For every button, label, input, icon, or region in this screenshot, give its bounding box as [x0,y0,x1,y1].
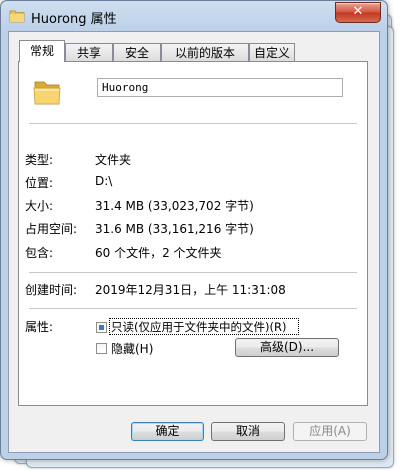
size-value: 31.4 MB (33,023,702 字节) [95,199,254,213]
size-label: 大小: [25,199,54,213]
tab-customize[interactable]: 自定义 [249,43,295,61]
hidden-checkbox[interactable] [96,343,107,354]
separator [29,123,357,124]
tab-previous-versions[interactable]: 以前的版本 [161,43,249,61]
close-button[interactable]: ✕ [335,2,381,23]
contains-label: 包含: [25,246,54,260]
disk-size-value: 31.6 MB (33,161,216 字节) [95,222,254,236]
tab-security[interactable]: 安全 [113,43,161,61]
readonly-label[interactable]: 只读(仅应用于文件夹中的文件)(R) [111,319,286,335]
hidden-label[interactable]: 隐藏(H) [111,340,153,357]
tab-general[interactable]: 常规 [19,40,65,62]
created-value: 2019年12月31日，上午 11:31:08 [95,283,286,297]
folder-name-input[interactable]: Huorong [97,78,343,97]
folder-icon [9,10,25,23]
readonly-checkbox[interactable] [96,322,107,333]
advanced-button[interactable]: 高级(D)... [235,338,339,357]
dialog-client: 常规 共享 安全 以前的版本 自定义 Huorong 类型: 文件夹 位置: D… [8,31,380,453]
properties-dialog: Huorong 属性 ✕ 常规 共享 安全 以前的版本 自定义 Huorong … [0,0,388,460]
type-value: 文件夹 [95,153,132,167]
ok-button[interactable]: 确定 [131,422,204,441]
type-label: 类型: [25,153,54,167]
tab-share[interactable]: 共享 [65,43,113,61]
window-title: Huorong 属性 [31,12,117,27]
folder-icon [33,81,61,105]
separator [29,308,357,309]
attributes-label: 属性: [25,320,54,334]
location-value: D:\ [95,174,113,188]
separator [29,272,357,273]
cancel-button[interactable]: 取消 [211,422,285,441]
apply-button[interactable]: 应用(A) [293,422,367,441]
location-label: 位置: [25,176,54,190]
title-bar[interactable]: Huorong 属性 ✕ [1,1,387,31]
created-label: 创建时间: [25,283,78,297]
disk-size-label: 占用空间: [25,222,78,236]
general-panel: Huorong 类型: 文件夹 位置: D:\ 大小: 31.4 MB (33,… [18,61,368,406]
contains-value: 60 个文件，2 个文件夹 [95,246,222,260]
